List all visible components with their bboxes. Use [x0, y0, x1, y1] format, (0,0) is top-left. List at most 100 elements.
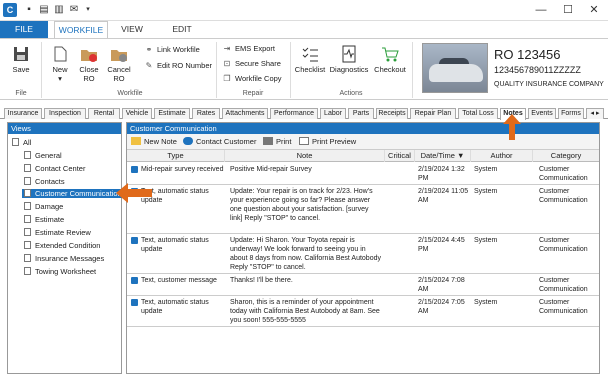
edit-ro-number-button[interactable]: ✎ Edit RO Number: [144, 61, 212, 70]
cancel-ro-button[interactable]: Cancel RO: [105, 45, 133, 83]
view-item-extended-condition[interactable]: Extended Condition: [24, 241, 100, 250]
cell-type: Mid-repair survey received: [141, 166, 224, 173]
note-icon: [131, 137, 141, 145]
views-panel: Views All General Contact Center Contact…: [7, 122, 124, 374]
cell-date: 2/19/2024 11:05 AM: [418, 188, 469, 204]
dropdown-icon[interactable]: ▾: [82, 4, 94, 16]
print-icon[interactable]: ▤: [38, 4, 50, 16]
new-note-button[interactable]: New Note: [131, 137, 177, 146]
column-date-time-label: Date/Time: [420, 151, 455, 160]
cell-type: Text, automatic status update: [141, 188, 209, 204]
table-row[interactable]: Text, customer message Thanks! I'll be t…: [127, 274, 599, 296]
view-item-customer-communication[interactable]: Customer Communication: [22, 189, 124, 198]
print-button[interactable]: Print: [263, 137, 291, 146]
print-label: Print: [276, 137, 292, 146]
cell-category: Customer Communication: [539, 237, 588, 253]
tab-performance[interactable]: Performance: [270, 108, 318, 119]
view-item-contact-center[interactable]: Contact Center: [24, 164, 85, 173]
view-item-insurance-messages[interactable]: Insurance Messages: [24, 254, 104, 263]
ribbon-divider: [216, 42, 217, 98]
tab-edit[interactable]: EDIT: [160, 21, 204, 38]
tab-repair-plan[interactable]: Repair Plan: [410, 108, 456, 119]
cell-note: Positive Mid-repair Survey: [230, 166, 312, 173]
group-workfile-label: Workfile: [117, 90, 143, 97]
cell-author: System: [474, 299, 498, 306]
save-icon[interactable]: ▪: [23, 4, 35, 16]
checklist-button[interactable]: Checklist: [293, 45, 327, 74]
view-item-estimate-review[interactable]: Estimate Review: [24, 228, 91, 237]
table-row[interactable]: Mid-repair survey received Positive Mid-…: [127, 163, 599, 185]
ems-export-button[interactable]: ⇥ EMS Export: [222, 44, 275, 53]
tab-rates[interactable]: Rates: [192, 108, 220, 119]
view-item-label: Damage: [35, 202, 64, 211]
envelope-icon[interactable]: ✉: [68, 4, 80, 16]
tab-total-loss[interactable]: Total Loss: [458, 108, 498, 119]
column-category[interactable]: Category: [533, 150, 599, 162]
lock-icon: ⊡: [223, 59, 231, 68]
tab-events[interactable]: Events: [528, 108, 556, 119]
view-item-towing-worksheet[interactable]: Towing Worksheet: [24, 267, 96, 276]
column-author[interactable]: Author: [471, 150, 533, 162]
save-button[interactable]: Save: [8, 45, 34, 74]
tab-view[interactable]: VIEW: [112, 21, 152, 38]
checklist-icon: [302, 47, 318, 62]
column-type[interactable]: Type: [127, 150, 225, 162]
view-item-contacts[interactable]: Contacts: [24, 177, 65, 186]
checkout-button[interactable]: Checkout: [373, 45, 407, 74]
tab-rental[interactable]: Rental: [88, 108, 120, 119]
workfile-copy-button[interactable]: ❐ Workfile Copy: [222, 74, 281, 83]
tab-insurance[interactable]: Insurance: [4, 108, 42, 119]
tab-parts[interactable]: Parts: [348, 108, 374, 119]
column-note[interactable]: Note: [225, 150, 385, 162]
document-icon: [24, 177, 31, 185]
insurance-company: QUALITY INSURANCE COMPANY: [494, 81, 604, 88]
tab-attachments[interactable]: Attachments: [222, 108, 268, 119]
tab-estimate[interactable]: Estimate: [154, 108, 190, 119]
table-row[interactable]: Text, automatic status update Update: Hi…: [127, 234, 599, 274]
column-date-time[interactable]: Date/Time ▼: [415, 150, 471, 162]
tab-file[interactable]: FILE: [0, 21, 48, 38]
diagnostics-icon: [342, 45, 356, 63]
print-preview-icon[interactable]: ▥: [53, 4, 65, 16]
notes-toolbar: New Note Contact Customer Print Print Pr…: [127, 134, 599, 150]
cancel-ro-label: Cancel RO: [107, 65, 131, 83]
view-item-estimate[interactable]: Estimate: [24, 215, 64, 224]
view-item-general[interactable]: General: [24, 151, 62, 160]
tab-receipts[interactable]: Receipts: [376, 108, 408, 119]
tab-forms[interactable]: Forms: [558, 108, 584, 119]
print-preview-button[interactable]: Print Preview: [299, 137, 356, 146]
document-icon: [24, 202, 31, 210]
view-item-label: Contact Center: [35, 164, 86, 173]
tab-workfile[interactable]: WORKFILE: [54, 21, 108, 38]
table-row[interactable]: Text, automatic status update Update: Yo…: [127, 185, 599, 234]
cell-date: 2/15/2024 7:08 AM: [418, 277, 465, 293]
link-icon: ⚭: [145, 45, 153, 54]
diagnostics-button[interactable]: Diagnostics: [329, 45, 369, 74]
cell-type: Text, automatic status update: [141, 299, 209, 315]
view-item-label: Towing Worksheet: [35, 267, 97, 276]
secure-share-button[interactable]: ⊡ Secure Share: [222, 59, 281, 68]
tab-inspection[interactable]: Inspection: [44, 108, 86, 119]
contact-customer-button[interactable]: Contact Customer: [183, 137, 256, 146]
tab-labor[interactable]: Labor: [320, 108, 346, 119]
close-ro-button[interactable]: Close RO: [76, 45, 102, 83]
note-type-icon: [131, 237, 138, 244]
view-item-label: Customer Communication: [35, 189, 122, 198]
minimize-button[interactable]: —: [534, 3, 548, 17]
ribbon-divider: [290, 42, 291, 98]
new-button[interactable]: New ▾: [48, 45, 72, 83]
restore-button[interactable]: ☐: [561, 3, 575, 17]
column-critical[interactable]: Critical: [385, 150, 415, 162]
save-icon: [14, 47, 28, 61]
tab-vehicle[interactable]: Vehicle: [122, 108, 152, 119]
table-row[interactable]: Text, automatic status update Sharon, th…: [127, 296, 599, 327]
document-icon: [24, 241, 31, 249]
link-workfile-button[interactable]: ⚭ Link Workfile: [144, 45, 200, 54]
folder-cancel-icon: [111, 50, 127, 62]
tab-scroll-arrows[interactable]: ◂ ▸: [586, 108, 604, 119]
sort-desc-icon: ▼: [456, 151, 465, 160]
view-item-all[interactable]: All: [12, 138, 31, 147]
close-button[interactable]: ✕: [587, 3, 601, 17]
view-item-damage[interactable]: Damage: [24, 202, 63, 211]
group-repair-label: Repair: [242, 90, 264, 97]
